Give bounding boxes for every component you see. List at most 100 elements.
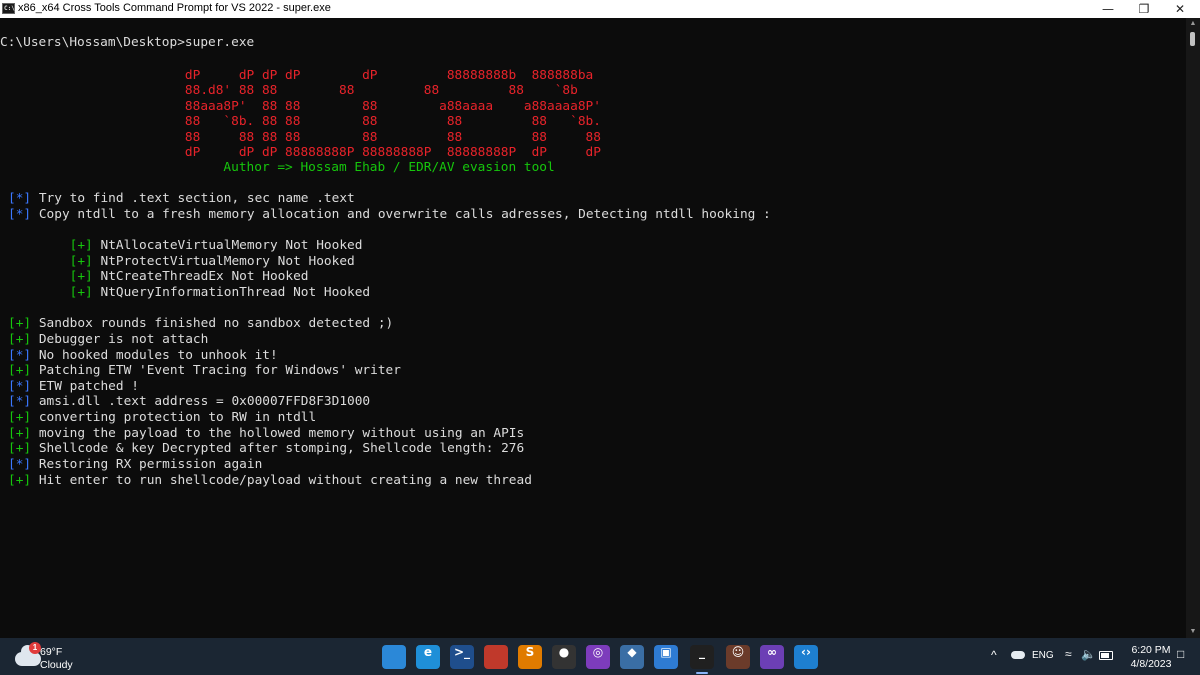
banner-line: 88 88 88 88 88 88 88 88 <box>0 130 601 145</box>
clock-date[interactable]: 4/8/2023 <box>1124 658 1178 670</box>
weather-temperature: 69°F <box>40 646 63 658</box>
tor-browser-icon[interactable]: ◎ <box>586 645 610 669</box>
log-line: [+] Patching ETW 'Event Tracing for Wind… <box>8 363 401 378</box>
volume-icon[interactable]: 🔈 <box>1081 647 1096 661</box>
sublime-icon[interactable]: S <box>518 645 542 669</box>
banner-line: dP dP dP 88888888P 88888888P 88888888P d… <box>0 145 601 160</box>
log-status-marker: [*] <box>8 347 32 363</box>
log-status-marker: [*] <box>8 191 32 206</box>
log-status-marker: [+] <box>69 237 93 253</box>
language-indicator[interactable]: ENG <box>1032 650 1054 661</box>
log-line: [+] converting protection to RW in ntdll <box>8 410 316 425</box>
log-line: [+] NtQueryInformationThread Not Hooked <box>8 284 371 300</box>
log-line: [+] Debugger is not attach <box>8 332 208 347</box>
vmware-icon[interactable]: ▣ <box>654 645 678 669</box>
battery-icon[interactable] <box>1099 651 1113 660</box>
log-message: NtQueryInformationThread Not Hooked <box>100 284 371 300</box>
active-app-indicator <box>696 672 708 674</box>
log-indent <box>8 254 70 269</box>
powershell-icon[interactable]: >_ <box>450 645 474 669</box>
log-status-marker: [+] <box>8 425 32 441</box>
scrollbar-thumb[interactable] <box>1190 32 1195 46</box>
log-status-marker: [+] <box>8 316 32 332</box>
command-prompt-icon: C:\ <box>2 3 15 14</box>
log-line: [*] ETW patched ! <box>8 379 139 394</box>
log-line: [*] amsi.dll .text address = 0x00007FFD8… <box>8 394 370 409</box>
notification-icon[interactable]: □ <box>1177 647 1184 661</box>
author-line: Author => Hossam Ehab / EDR/AV evasion t… <box>0 160 555 175</box>
profile-app-icon[interactable]: ☺ <box>726 645 750 669</box>
log-message: Patching ETW 'Event Tracing for Windows'… <box>38 363 401 379</box>
log-status-marker: [+] <box>8 331 32 347</box>
log-line: [+] NtCreateThreadEx Not Hooked <box>8 269 309 284</box>
log-line: [+] Hit enter to run shellcode/payload w… <box>8 473 532 488</box>
scroll-down-icon[interactable]: ▼ <box>1186 626 1200 638</box>
log-indent <box>8 238 70 253</box>
restore-icon[interactable]: ❐ <box>1126 0 1162 18</box>
cloud-icon <box>15 645 41 666</box>
log-line: [+] Sandbox rounds finished no sandbox d… <box>8 316 393 331</box>
terminal-icon[interactable]: _ <box>690 645 714 669</box>
log-message: Shellcode & key Decrypted after stomping… <box>38 441 525 457</box>
console-scrollbar[interactable]: ▲ ▼ <box>1186 18 1200 638</box>
log-line: [+] NtAllocateVirtualMemory Not Hooked <box>8 237 363 253</box>
log-line: [*] Try to find .text section, sec name … <box>8 191 355 206</box>
taskbar: 1 69°F Cloudy e >_ S ● ◎ ◆ ▣ _ ☺ ∞ ‹› ^ ENG ≈ 🔈 □ … <box>0 638 1200 675</box>
log-message: NtProtectVirtualMemory Not Hooked <box>100 253 355 269</box>
log-message: converting protection to RW in ntdll <box>38 410 317 426</box>
color-grid-app-icon[interactable] <box>484 645 508 669</box>
log-message: Restoring RX permission again <box>38 457 263 473</box>
banner-line: 88aaa8P' 88 88 88 a88aaaa a88aaaa8P' <box>0 99 601 114</box>
log-line: [*] No hooked modules to unhook it! <box>8 348 278 363</box>
wifi-icon[interactable]: ≈ <box>1065 647 1072 661</box>
scroll-up-icon[interactable]: ▲ <box>1186 18 1200 30</box>
weather-widget[interactable]: 1 69°F Cloudy <box>10 642 100 672</box>
banner-line: 88.d8' 88 88 88 88 88 `8b <box>0 83 578 98</box>
log-message: Sandbox rounds finished no sandbox detec… <box>38 316 394 332</box>
log-status-marker: [*] <box>8 457 32 473</box>
log-status-marker: [+] <box>8 363 32 379</box>
log-message: Hit enter to run shellcode/payload witho… <box>38 472 532 488</box>
log-line: [*] Restoring RX permission again <box>8 457 262 472</box>
log-status-marker: [+] <box>8 410 32 426</box>
onedrive-cloud-icon[interactable] <box>1011 651 1025 659</box>
log-indent <box>8 269 70 284</box>
window-title: x86_x64 Cross Tools Command Prompt for V… <box>18 2 331 14</box>
log-message: NtAllocateVirtualMemory Not Hooked <box>100 237 363 253</box>
log-message: Copy ntdll to a fresh memory allocation … <box>38 206 771 222</box>
log-status-marker: [+] <box>69 269 93 285</box>
log-line: [+] moving the payload to the hollowed m… <box>8 426 524 441</box>
weather-condition: Cloudy <box>40 659 73 671</box>
log-line: [+] NtProtectVirtualMemory Not Hooked <box>8 254 355 269</box>
close-icon[interactable]: ✕ <box>1162 0 1198 18</box>
log-status-marker: [*] <box>8 394 32 410</box>
log-status-marker: [+] <box>8 441 32 457</box>
banner-line: 88 `8b. 88 88 88 88 88 `8b. <box>0 114 601 129</box>
log-message: ETW patched ! <box>38 378 140 394</box>
chrome-app-icon[interactable]: ● <box>552 645 576 669</box>
edge-icon[interactable]: e <box>416 645 440 669</box>
start-button-icon[interactable] <box>382 645 406 669</box>
tray-overflow-chevron-icon[interactable]: ^ <box>991 648 997 662</box>
log-indent <box>8 285 70 300</box>
log-status-marker: [*] <box>8 206 32 222</box>
log-message: Try to find .text section, sec name .tex… <box>38 191 355 206</box>
console-output[interactable]: C:\Users\Hossam\Desktop>super.exe dP dP … <box>0 18 1186 638</box>
minimize-icon[interactable]: — <box>1090 0 1126 18</box>
prompt-line: C:\Users\Hossam\Desktop>super.exe <box>0 35 255 50</box>
log-status-marker: [+] <box>8 472 32 488</box>
vscode-icon[interactable]: ‹› <box>794 645 818 669</box>
banner-line: dP dP dP dP dP 88888888b 888888ba <box>0 68 601 83</box>
log-message: NtCreateThreadEx Not Hooked <box>100 269 309 285</box>
log-line: [+] Shellcode & key Decrypted after stom… <box>8 441 524 456</box>
cube-app-icon[interactable]: ◆ <box>620 645 644 669</box>
log-message: No hooked modules to unhook it! <box>38 347 278 363</box>
clock-time[interactable]: 6:20 PM <box>1128 644 1174 656</box>
visual-studio-icon[interactable]: ∞ <box>760 645 784 669</box>
log-message: Debugger is not attach <box>38 331 209 347</box>
log-status-marker: [*] <box>8 378 32 394</box>
log-status-marker: [+] <box>69 253 93 269</box>
log-message: moving the payload to the hollowed memor… <box>38 425 525 441</box>
window-title-bar[interactable]: C:\ x86_x64 Cross Tools Command Prompt f… <box>0 0 1200 18</box>
log-line: [*] Copy ntdll to a fresh memory allocat… <box>8 207 771 222</box>
